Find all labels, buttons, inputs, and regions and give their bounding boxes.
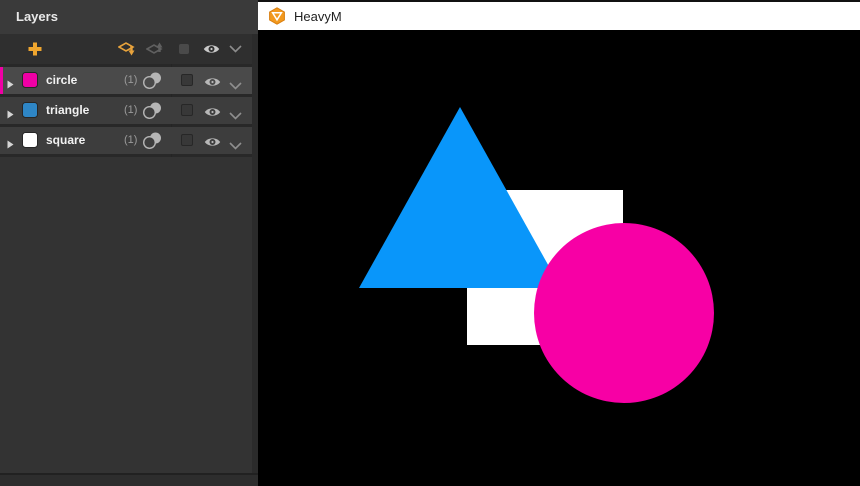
expand-caret-icon[interactable]	[7, 76, 14, 94]
plus-icon	[28, 42, 42, 56]
layer-chevron-icon[interactable]	[229, 107, 242, 125]
layer-name[interactable]: square	[46, 127, 85, 154]
layer-name[interactable]: circle	[46, 67, 77, 94]
opacity-circles-icon[interactable]	[142, 71, 163, 95]
heavym-window: Layers circle (1) triangle (1) square (1…	[0, 0, 860, 486]
heavym-logo-icon	[269, 7, 285, 25]
layer-count: (1)	[124, 134, 138, 146]
layer-visibility-eye-icon[interactable]	[204, 75, 221, 93]
layer-row-square[interactable]: square (1)	[0, 127, 252, 154]
opacity-circles-icon[interactable]	[142, 131, 163, 155]
layer-color-swatch[interactable]	[22, 102, 38, 118]
checkbox-icon	[179, 44, 189, 54]
toolbar-expand-button[interactable]	[226, 34, 244, 64]
layer-checkbox[interactable]	[181, 134, 193, 146]
expand-caret-icon[interactable]	[7, 136, 14, 154]
move-layer-down-icon	[118, 42, 135, 56]
layers-panel: Layers circle (1) triangle (1) square (1…	[0, 0, 258, 486]
layer-visibility-eye-icon[interactable]	[204, 105, 221, 123]
layer-list: circle (1) triangle (1) square (1)	[0, 64, 252, 157]
layer-count: (1)	[124, 74, 138, 86]
bottom-panel-edge	[0, 473, 258, 486]
add-layer-button[interactable]	[24, 34, 46, 64]
layer-color-swatch[interactable]	[22, 132, 38, 148]
circle-shape[interactable]	[534, 223, 714, 403]
opacity-circles-icon[interactable]	[142, 101, 163, 125]
eye-icon	[203, 45, 219, 53]
layers-toolbar	[0, 34, 258, 64]
layer-count: (1)	[124, 104, 138, 116]
selection-indicator	[0, 67, 3, 94]
move-layer-down-button[interactable]	[115, 34, 141, 64]
layer-visibility-eye-icon[interactable]	[204, 135, 221, 153]
move-layer-up-button[interactable]	[143, 34, 169, 64]
toolbar-select-checkbox[interactable]	[177, 34, 191, 64]
layer-color-swatch[interactable]	[22, 72, 38, 88]
output-tab-bar: HeavyM	[258, 0, 860, 30]
layer-chevron-icon[interactable]	[229, 137, 242, 155]
tab-title: HeavyM	[294, 8, 342, 24]
layers-panel-title: Layers	[0, 0, 258, 34]
layer-chevron-icon[interactable]	[229, 77, 242, 95]
layer-checkbox[interactable]	[181, 74, 193, 86]
move-layer-up-icon	[146, 42, 163, 54]
layer-row-triangle[interactable]: triangle (1)	[0, 97, 252, 124]
chevron-down-icon	[228, 45, 242, 53]
layer-row-circle[interactable]: circle (1)	[0, 67, 252, 94]
layer-checkbox[interactable]	[181, 104, 193, 116]
layer-name[interactable]: triangle	[46, 97, 89, 124]
expand-caret-icon[interactable]	[7, 106, 14, 124]
projection-canvas[interactable]	[258, 30, 860, 486]
main-area: HeavyM	[258, 0, 860, 486]
toolbar-visibility-button[interactable]	[200, 34, 222, 64]
heavym-output-tab[interactable]: HeavyM	[258, 2, 342, 30]
